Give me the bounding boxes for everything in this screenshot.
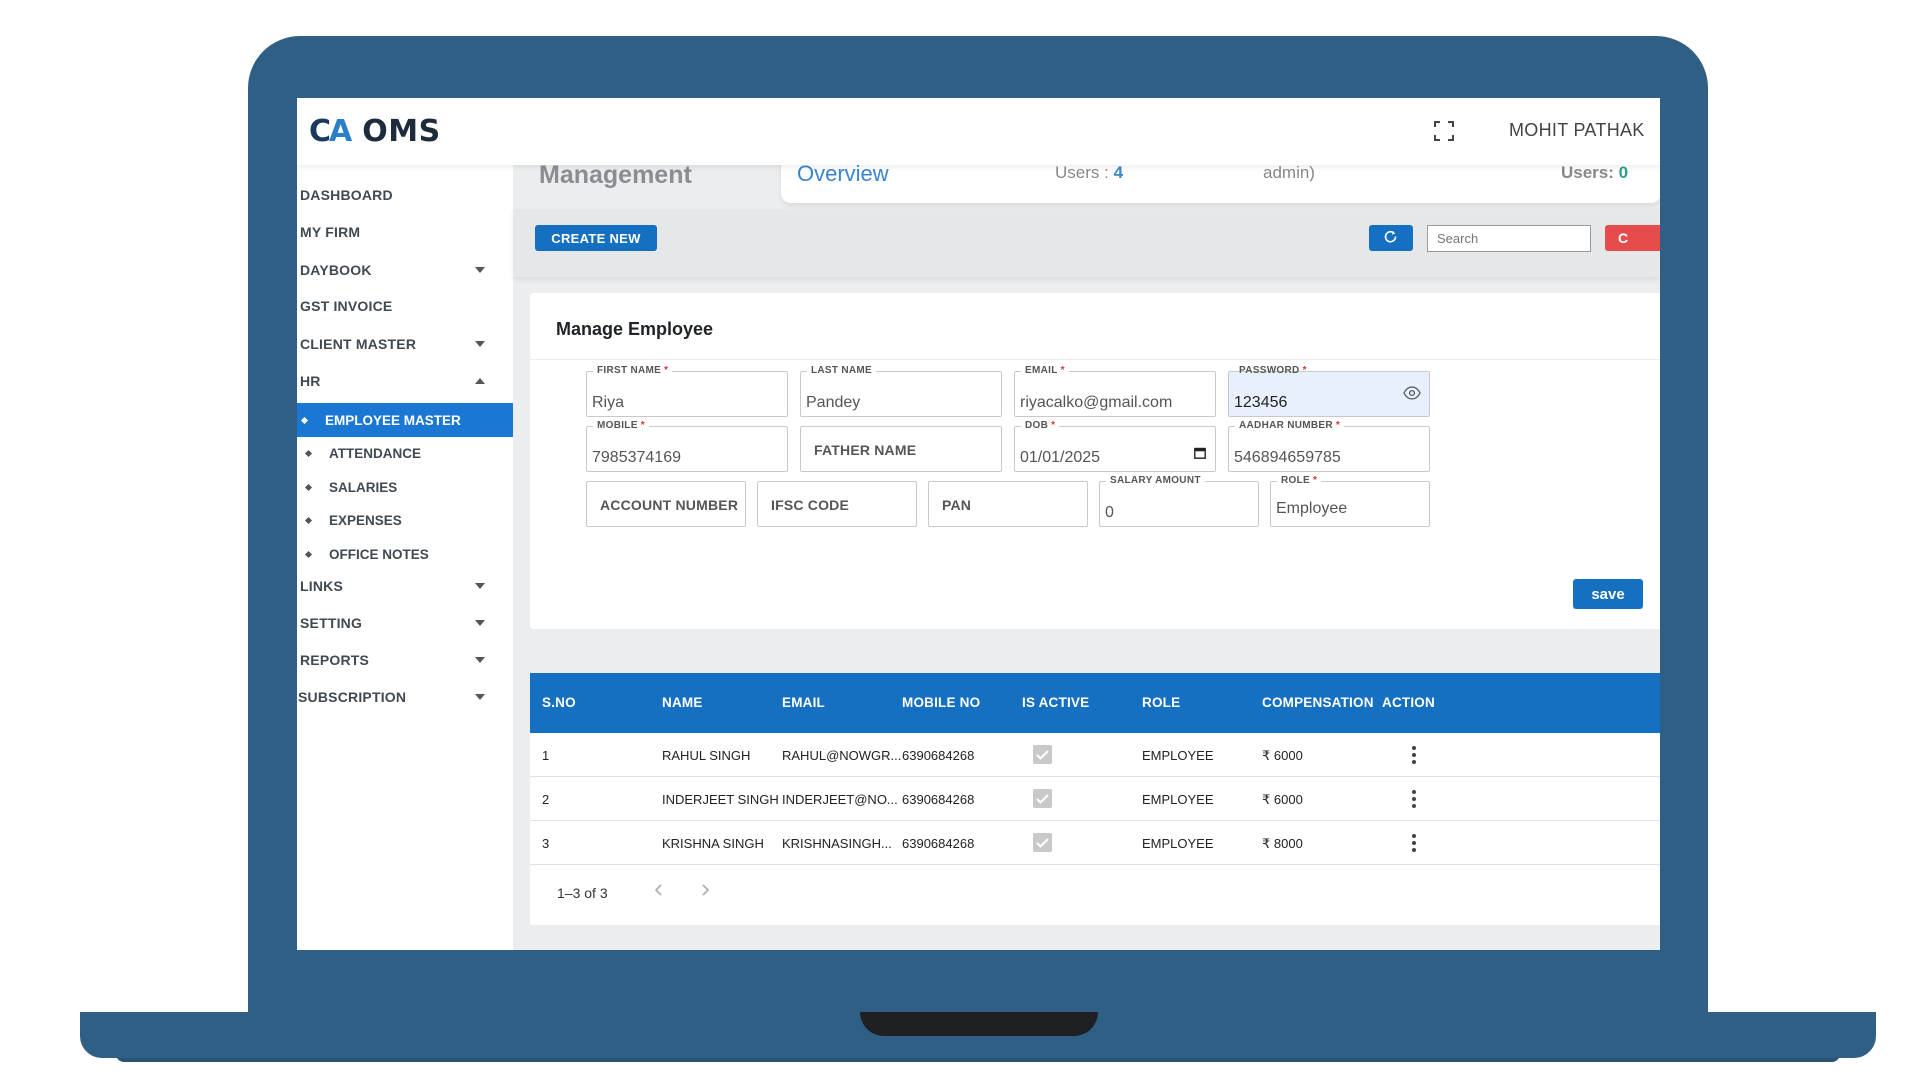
salary-amount-field[interactable]: SALARY AMOUNT 0 [1099, 475, 1259, 527]
form-title: Manage Employee [556, 319, 714, 339]
sidebar-item-gst-invoice[interactable]: GST INVOICE [297, 288, 513, 324]
column-header[interactable]: EMAIL [782, 695, 825, 710]
create-new-button[interactable]: CREATE NEW [535, 225, 657, 251]
chevron-right-icon[interactable] [698, 883, 712, 897]
column-header[interactable]: S.NO [542, 695, 576, 710]
screen: CA OMS MOHIT PATHAK DASHBOARD MY FIRM DA… [297, 98, 1660, 950]
sidebar-subitem-expenses[interactable]: EXPENSES [297, 503, 513, 537]
sidebar-item-hr[interactable]: HR [297, 363, 513, 399]
table-row[interactable]: 2 INDERJEET SINGH INDERJEET@NO... 639068… [530, 777, 1660, 821]
chevron-down-icon [475, 341, 485, 347]
active-checkbox[interactable] [1033, 745, 1052, 764]
role-select[interactable]: ROLE * Employee [1270, 475, 1430, 527]
pan-field[interactable]: PAN [928, 481, 1088, 527]
form-divider [530, 359, 1660, 360]
bullet-icon [300, 416, 309, 424]
app-header: CA OMS MOHIT PATHAK [297, 98, 1660, 165]
table-row[interactable]: 1 RAHUL SINGH RAHUL@NOWGR... 6390684268 … [530, 733, 1660, 777]
dob-field[interactable]: DOB * 01/01/2025 [1014, 420, 1216, 472]
laptop-notch [860, 1012, 1098, 1036]
email-field[interactable]: EMAIL * riyacalko@gmail.com [1014, 365, 1216, 417]
ifsc-code-field[interactable]: IFSC CODE [757, 481, 917, 527]
more-vert-icon[interactable] [1411, 745, 1417, 765]
refresh-button[interactable] [1369, 225, 1413, 251]
aadhar-field[interactable]: AADHAR NUMBER * 546894659785 [1228, 420, 1430, 472]
management-title: Management [539, 161, 692, 189]
bullet-icon [304, 550, 313, 558]
last-name-field[interactable]: LAST NAME Pandey [800, 365, 1002, 417]
more-vert-icon[interactable] [1411, 789, 1417, 809]
calendar-icon[interactable] [1194, 447, 1206, 459]
column-header[interactable]: ACTION [1382, 695, 1435, 710]
table-row[interactable]: 3 KRISHNA SINGH KRISHNASINGH... 63906842… [530, 821, 1660, 865]
column-header[interactable]: IS ACTIVE [1022, 695, 1089, 710]
logo-text: OMS [362, 114, 441, 149]
first-name-field[interactable]: FIRST NAME * Riya [586, 365, 788, 417]
chevron-down-icon [475, 657, 485, 663]
column-header[interactable]: ROLE [1142, 695, 1180, 710]
sidebar-item-client-master[interactable]: CLIENT MASTER [297, 326, 513, 362]
column-header[interactable]: MOBILE NO [902, 695, 980, 710]
eye-icon[interactable] [1403, 386, 1421, 400]
pagination-range: 1–3 of 3 [557, 885, 608, 901]
sidebar-item-links[interactable]: LINKS [297, 568, 513, 604]
sidebar-subitem-office-notes[interactable]: OFFICE NOTES [297, 537, 513, 571]
sidebar-item-daybook[interactable]: DAYBOOK [297, 252, 513, 288]
bullet-icon [304, 483, 313, 491]
table-header: S.NO NAME EMAIL MOBILE NO IS ACTIVE ROLE… [530, 673, 1660, 733]
employee-table: S.NO NAME EMAIL MOBILE NO IS ACTIVE ROLE… [530, 673, 1660, 925]
more-vert-icon[interactable] [1411, 833, 1417, 853]
sidebar-item-dashboard[interactable]: DASHBOARD [297, 177, 513, 213]
bullet-icon [304, 449, 313, 457]
refresh-icon [1384, 230, 1397, 243]
sidebar: DASHBOARD MY FIRM DAYBOOK GST INVOICE CL… [297, 165, 513, 950]
logo[interactable]: CA OMS [309, 114, 441, 149]
main-content: Management Overview Users : 4 admin) Use… [513, 151, 1660, 950]
mobile-field[interactable]: MOBILE * 7985374169 [586, 420, 788, 472]
admin-text: admin) [1263, 163, 1315, 182]
account-number-field[interactable]: ACCOUNT NUMBER [586, 481, 746, 527]
chevron-left-icon[interactable] [652, 883, 666, 897]
fullscreen-icon[interactable] [1433, 120, 1455, 142]
sidebar-item-subscription[interactable]: SUBSCRIPTION [297, 679, 513, 715]
red-action-button[interactable]: C [1605, 225, 1660, 251]
users-count: Users : 4 [1055, 163, 1124, 182]
chevron-down-icon [475, 583, 485, 589]
father-name-field[interactable]: FATHER NAME [800, 426, 1002, 472]
sidebar-subitem-employee-master[interactable]: EMPLOYEE MASTER [297, 403, 513, 437]
manage-employee-card: Manage Employee › FIRST NAME* Riya LAST … [530, 293, 1660, 629]
chevron-down-icon [475, 620, 485, 626]
column-header[interactable]: NAME [662, 695, 703, 710]
toolbar: CREATE NEW C [513, 209, 1660, 277]
sidebar-item-reports[interactable]: REPORTS [297, 642, 513, 678]
users-count-right: Users: 0 [1561, 163, 1629, 182]
sidebar-subitem-attendance[interactable]: ATTENDANCE [297, 436, 513, 470]
logo-mark: CA [309, 114, 352, 149]
chevron-down-icon [475, 267, 485, 273]
save-button[interactable]: save [1573, 579, 1643, 609]
sidebar-item-my-firm[interactable]: MY FIRM [297, 214, 513, 250]
chevron-up-icon [475, 378, 485, 384]
active-checkbox[interactable] [1033, 789, 1052, 808]
bullet-icon [304, 516, 313, 524]
search-input[interactable] [1427, 225, 1591, 252]
sidebar-subitem-salaries[interactable]: SALARIES [297, 470, 513, 504]
active-checkbox[interactable] [1033, 833, 1052, 852]
chevron-down-icon [475, 694, 485, 700]
sidebar-item-setting[interactable]: SETTING [297, 605, 513, 641]
user-name[interactable]: MOHIT PATHAK [1509, 120, 1645, 141]
password-field[interactable]: PASSWORD * 123456 [1228, 365, 1430, 417]
column-header[interactable]: COMPENSATION [1262, 695, 1374, 710]
